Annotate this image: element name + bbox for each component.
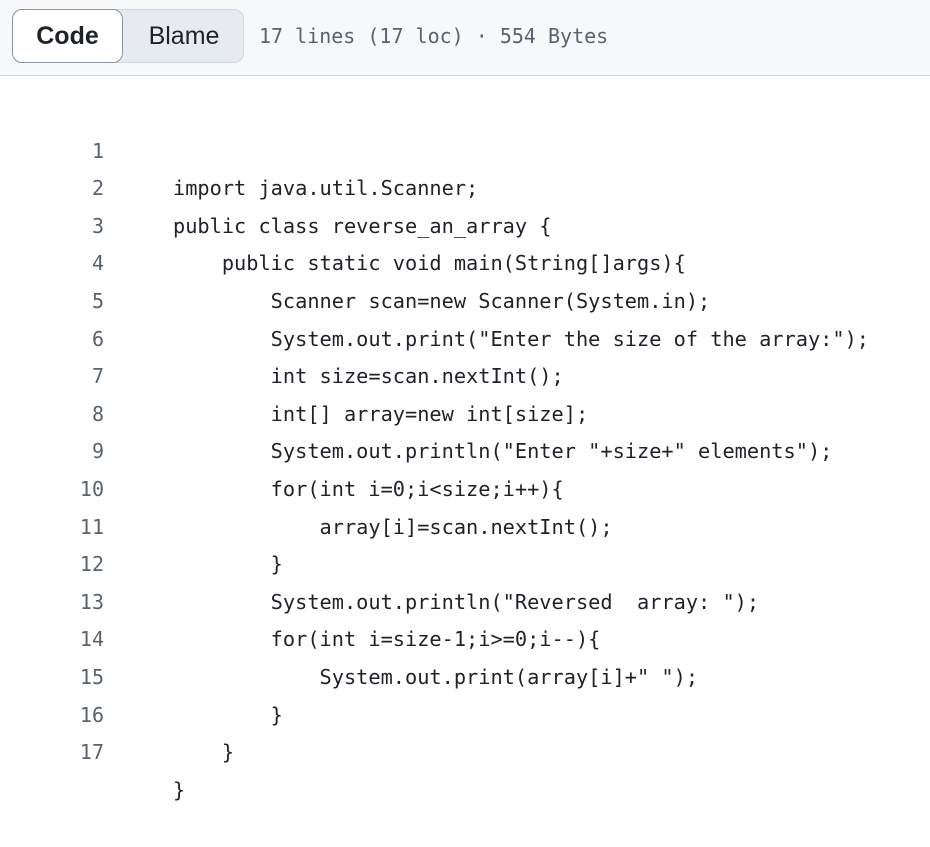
code-line: 2 public class reverse_an_array { [0, 133, 930, 238]
code-line: 9 for(int i=0;i<size;i++){ [0, 396, 930, 501]
code-line: 6 int size=scan.nextInt(); [0, 283, 930, 389]
code-line: 16 } [0, 659, 930, 765]
code-view: 1 import java.util.Scanner; 2 public cla… [0, 95, 930, 802]
code-line: 7 int[] array=new int[size]; [0, 321, 930, 426]
code-line: 11 } [0, 471, 930, 577]
code-line: 13 for(int i=size-1;i>=0;i--){ [0, 546, 930, 652]
code-line: 1 import java.util.Scanner; [0, 95, 930, 201]
code-line: 4 Scanner scan=new Scanner(System.in); [0, 208, 930, 313]
code-line: 5 System.out.print("Enter the size of th… [0, 245, 930, 351]
view-mode-toggle: Code Blame [12, 9, 244, 63]
code-line: 12 System.out.println("Reversed array: "… [0, 509, 930, 614]
code-line: 14 System.out.print(array[i]+" "); [0, 584, 930, 689]
code-line: 8 System.out.println("Enter "+size+" ele… [0, 358, 930, 464]
line-code: } [173, 740, 235, 765]
code-line: 15 } [0, 621, 930, 727]
line-number[interactable]: 17 [0, 734, 104, 772]
code-line: 10 array[i]=scan.nextInt(); [0, 433, 930, 539]
code-tab-button[interactable]: Code [12, 9, 123, 63]
line-code: } [173, 777, 186, 802]
file-header: Code Blame 17 lines (17 loc) · 554 Bytes [0, 0, 930, 76]
code-line: 17 } [0, 697, 930, 802]
blame-tab-button[interactable]: Blame [123, 9, 245, 63]
code-line: 3 public static void main(String[]args){ [0, 170, 930, 276]
file-info: 17 lines (17 loc) · 554 Bytes [259, 24, 609, 48]
